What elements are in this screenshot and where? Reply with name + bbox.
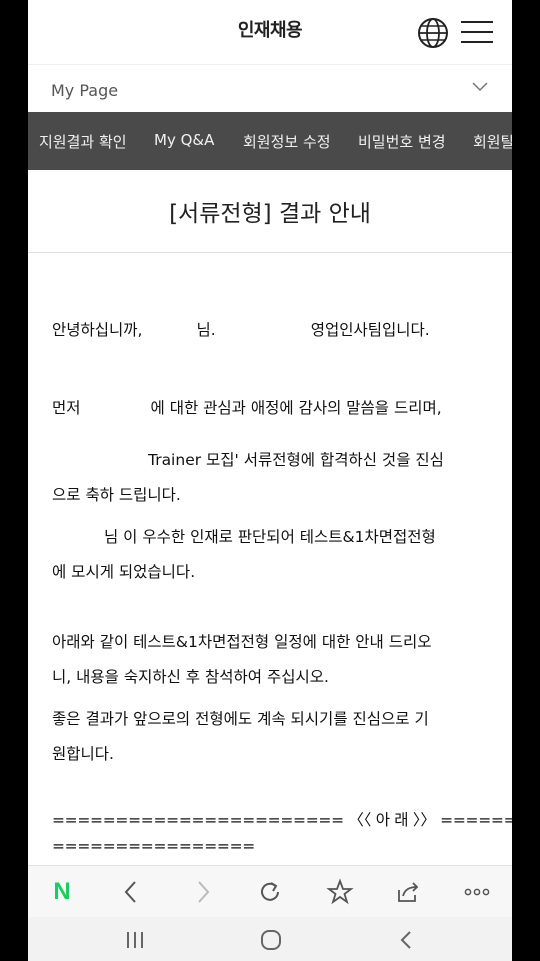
selected-line-2: 에 모시게 되었습니다.	[52, 563, 196, 581]
system-nav-bar	[28, 917, 512, 961]
browser-toolbar: N	[28, 865, 512, 918]
tab-withdraw[interactable]: 회원탈	[473, 131, 512, 152]
globe-icon[interactable]	[416, 16, 450, 50]
bookmark-star-icon[interactable]	[325, 877, 355, 907]
separator-block: ======================= 〈〈 아 래 〉〉 ======…	[52, 807, 512, 859]
congrats-paragraph: Trainer 모집' 서류전형에 합격하신 것을 진심 으로 축하 드립니다.	[52, 443, 492, 513]
screen: 인재채용 My Page 지원결과 확인 My Q&A 회원정보 수정 비밀번호…	[28, 0, 512, 961]
hamburger-menu-icon[interactable]	[461, 18, 493, 46]
selected-line-1: 님 이 우수한 인재로 판단되어 테스트&1차면접전형	[104, 528, 436, 546]
share-icon[interactable]	[393, 877, 423, 907]
congrats-line-1: Trainer 모집' 서류전형에 합격하신 것을 진심	[148, 451, 444, 469]
back-icon[interactable]	[116, 877, 146, 907]
wish-paragraph: 좋은 결과가 앞으로의 전형에도 계속 되시기를 진심으로 기 원합니다.	[52, 702, 492, 772]
greeting-text: 안녕하십니까,	[52, 321, 143, 339]
page-title: [서류전형] 결과 안내	[169, 201, 371, 227]
recent-apps-icon[interactable]	[121, 927, 149, 953]
notice-line-1: 아래와 같이 테스트&1차면접전형 일정에 대한 안내 드리오	[52, 633, 432, 651]
heading-divider	[28, 252, 512, 253]
naver-logo-icon[interactable]: N	[47, 877, 77, 907]
separator-line-1: ======================= 〈〈 아 래 〉〉 ======…	[52, 811, 512, 829]
tab-change-password[interactable]: 비밀번호 변경	[358, 131, 446, 152]
tab-edit-member-info[interactable]: 회원정보 수정	[243, 131, 331, 152]
system-back-icon[interactable]	[393, 927, 421, 953]
mypage-label: My Page	[51, 81, 119, 100]
forward-icon[interactable]	[188, 877, 218, 907]
wish-line-1: 좋은 결과가 앞으로의 전형에도 계속 되시기를 진심으로 기	[52, 710, 429, 728]
thanks-text: 에 대한 관심과 애정에 감사의 말씀을 드리며,	[150, 399, 442, 417]
selected-paragraph: 님 이 우수한 인재로 판단되어 테스트&1차면접전형 에 모시게 되었습니다.	[52, 520, 492, 590]
notice-paragraph: 아래와 같이 테스트&1차면접전형 일정에 대한 안내 드리오 니, 내용을 숙…	[52, 625, 492, 695]
congrats-line-2: 으로 축하 드립니다.	[52, 486, 181, 504]
notice-line-2: 니, 내용을 숙지하신 후 참석하여 주십시오.	[52, 668, 329, 686]
mypage-tab-bar: 지원결과 확인 My Q&A 회원정보 수정 비밀번호 변경 회원탈	[28, 112, 512, 170]
app-header: 인재채용	[28, 0, 512, 64]
thanks-lead: 먼저	[52, 399, 81, 417]
greeting-team: 영업인사팀입니다.	[310, 321, 430, 339]
thanks-line: 먼저 에 대한 관심과 애정에 감사의 말씀을 드리며,	[52, 391, 492, 426]
wish-line-2: 원합니다.	[52, 745, 114, 763]
refresh-icon[interactable]	[255, 877, 285, 907]
separator-line-2: ================	[52, 837, 255, 855]
tab-application-result[interactable]: 지원결과 확인	[39, 131, 127, 152]
tab-my-qna[interactable]: My Q&A	[154, 131, 214, 149]
greeting-name-suffix: 님.	[196, 321, 216, 339]
greeting-line: 안녕하십니까, 님. 영업인사팀입니다.	[52, 313, 492, 348]
more-icon[interactable]	[462, 877, 492, 907]
mypage-dropdown[interactable]: My Page	[28, 64, 512, 113]
chevron-down-icon	[472, 79, 488, 95]
home-icon[interactable]	[257, 927, 285, 953]
